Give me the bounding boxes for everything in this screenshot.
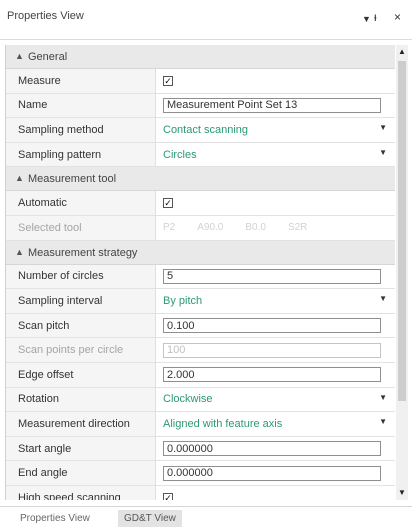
property-row-name: Name Measurement Point Set 13 [6,93,395,119]
select-value: Clockwise [163,393,213,406]
panel-title: Properties View [7,10,84,22]
section-measurement-strategy[interactable]: ▲ Measurement strategy [6,240,395,265]
property-label: Scan pitch [6,313,156,338]
property-label: Automatic [6,191,156,215]
section-title: Measurement tool [28,173,117,186]
property-label: Number of circles [6,264,156,289]
panel-menu-dropdown-icon[interactable]: ▼ [362,12,371,26]
collapse-chevron-icon[interactable]: ▲ [15,173,24,183]
property-row-rotation: Rotation Clockwise ▼ [6,387,395,413]
select-value: Circles [163,148,197,161]
property-grid: ▲ General Measure ✓ Name Measurement Poi… [5,45,395,500]
property-label: High speed scanning [6,485,156,500]
pin-icon[interactable]: ᵻ [374,10,377,24]
sampling-interval-select[interactable]: By pitch ▼ [156,289,395,313]
scan-pitch-input[interactable]: 0.100 [163,318,381,334]
property-label: Scan points per circle [6,338,156,362]
bottom-tab-strip: Properties View GD&T View [0,506,412,529]
dropdown-arrow-icon[interactable]: ▼ [379,294,387,303]
property-row-edge-offset: Edge offset 2.000 [6,362,395,388]
property-label: Name [6,93,156,118]
property-label: End angle [6,461,156,485]
section-measurement-tool[interactable]: ▲ Measurement tool [6,167,395,192]
property-label: Sampling interval [6,289,156,313]
property-row-end-angle: End angle 0.000000 [6,461,395,486]
property-row-sampling-pattern: Sampling pattern Circles ▼ [6,142,395,168]
start-angle-input[interactable]: 0.000000 [163,441,381,457]
property-row-selected-tool: Selected tool P2 A90.0 B0.0 S2R [6,215,395,241]
edge-offset-input[interactable]: 2.000 [163,367,381,383]
property-label: Sampling pattern [6,142,156,167]
tool-value: S2R [287,222,308,234]
property-label: Start angle [6,436,156,461]
property-label: Edge offset [6,362,156,387]
high-speed-checkbox[interactable]: ✓ [163,492,173,500]
property-label: Selected tool [6,215,156,240]
rotation-select[interactable]: Clockwise ▼ [156,387,395,412]
properties-title-bar: Properties View ▼ ᵻ × [0,0,412,40]
name-input[interactable]: Measurement Point Set 13 [163,97,381,113]
end-angle-input[interactable]: 0.000000 [163,465,381,481]
section-title: Measurement strategy [28,246,138,259]
number-of-circles-input[interactable]: 5 [163,268,381,284]
property-row-measure: Measure ✓ [6,69,395,94]
sampling-method-select[interactable]: Contact scanning ▼ [156,118,395,142]
tool-value: A90.0 [197,222,224,234]
selected-tool-values: P2 A90.0 B0.0 S2R [163,222,307,233]
tool-value: P2 [163,222,176,234]
scroll-down-arrow-icon[interactable]: ▼ [396,486,408,500]
dropdown-arrow-icon[interactable]: ▼ [379,148,387,157]
dropdown-arrow-icon[interactable]: ▼ [379,393,387,402]
scroll-up-arrow-icon[interactable]: ▲ [396,45,408,59]
measurement-direction-select[interactable]: Aligned with feature axis ▼ [156,412,395,436]
section-general[interactable]: ▲ General [6,45,395,69]
scrollbar-thumb[interactable] [398,61,406,401]
close-icon[interactable]: × [394,10,401,24]
property-row-measurement-direction: Measurement direction Aligned with featu… [6,412,395,437]
property-label: Measure [6,69,156,93]
collapse-chevron-icon[interactable]: ▲ [15,247,24,257]
property-label: Rotation [6,387,156,412]
property-row-start-angle: Start angle 0.000000 [6,436,395,462]
property-row-number-of-circles: Number of circles 5 [6,264,395,290]
automatic-checkbox[interactable]: ✓ [163,198,173,209]
property-label: Sampling method [6,118,156,142]
property-row-scan-points: Scan points per circle 100 [6,338,395,363]
sampling-pattern-select[interactable]: Circles ▼ [156,142,395,167]
vertical-scrollbar[interactable]: ▲ ▼ [396,45,408,500]
measure-checkbox[interactable]: ✓ [163,75,173,86]
tool-value: B0.0 [245,222,266,234]
section-title: General [28,51,68,63]
select-value: Contact scanning [163,123,248,136]
dropdown-arrow-icon[interactable]: ▼ [379,123,387,132]
select-value: By pitch [163,294,203,307]
property-row-automatic: Automatic ✓ [6,191,395,216]
property-row-high-speed: High speed scanning ✓ [6,485,395,500]
property-label: Measurement direction [6,412,156,436]
dropdown-arrow-icon[interactable]: ▼ [379,417,387,426]
select-value: Aligned with feature axis [163,417,283,430]
tab-gdt-view[interactable]: GD&T View [118,510,182,527]
collapse-chevron-icon[interactable]: ▲ [15,51,24,61]
property-row-sampling-interval: Sampling interval By pitch ▼ [6,289,395,314]
property-row-scan-pitch: Scan pitch 0.100 [6,313,395,339]
tab-properties-view[interactable]: Properties View [14,510,96,527]
scan-points-input: 100 [163,342,381,358]
property-row-sampling-method: Sampling method Contact scanning ▼ [6,118,395,143]
